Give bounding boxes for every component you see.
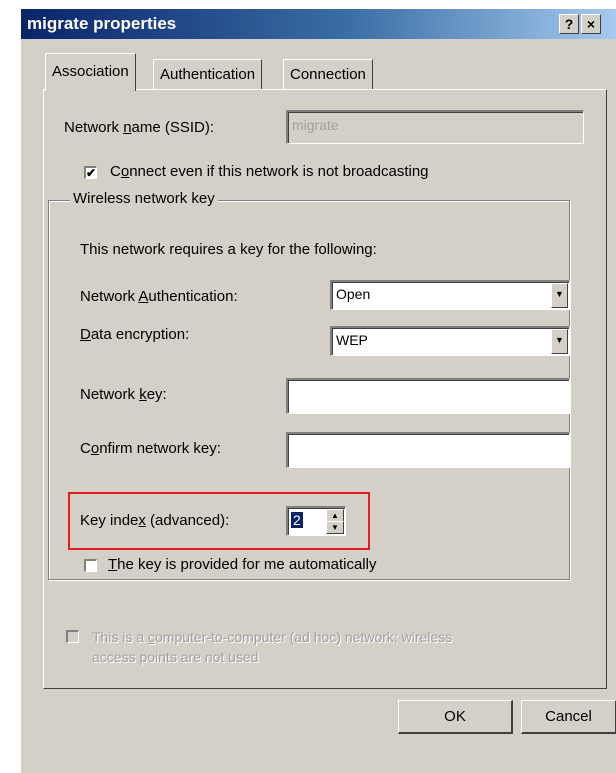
encryption-select[interactable]: WEP ▼: [330, 326, 570, 356]
adhoc-checkbox[interactable]: [66, 630, 79, 643]
confirm-key-label: Confirm network key:: [80, 440, 221, 457]
auto-key-checkbox[interactable]: [84, 559, 97, 572]
ssid-label: Network name (SSID):: [64, 119, 215, 136]
ssid-value: migrate: [292, 117, 339, 133]
network-key-label: Network key:: [80, 386, 167, 403]
auto-key-label: The key is provided for me automatically: [108, 556, 377, 573]
cancel-button[interactable]: Cancel: [521, 700, 616, 734]
key-index-highlight: [68, 492, 370, 550]
broadcast-label: Connect even if this network is not broa…: [110, 163, 429, 180]
broadcast-checkbox[interactable]: ✔: [84, 166, 97, 179]
key-intro-text: This network requires a key for the foll…: [80, 241, 377, 258]
network-key-input[interactable]: [286, 378, 570, 414]
chevron-down-icon[interactable]: ▼: [551, 283, 568, 308]
ok-button[interactable]: OK: [398, 700, 513, 734]
chevron-down-icon[interactable]: ▼: [551, 329, 568, 354]
ssid-field[interactable]: migrate: [286, 110, 584, 144]
encryption-select-value: WEP: [336, 332, 368, 348]
auth-select-value: Open: [336, 286, 371, 302]
encryption-label: Data encryption:: [80, 326, 190, 343]
wireless-key-legend: Wireless network key: [70, 190, 218, 207]
panel-content: Network name (SSID): migrate ✔ Connect e…: [0, 0, 616, 773]
confirm-key-input[interactable]: [286, 432, 570, 468]
adhoc-label: This is a computer-to-computer (ad hoc) …: [92, 629, 453, 665]
auth-select[interactable]: Open ▼: [330, 280, 570, 310]
auth-label: Network Authentication:: [80, 288, 238, 305]
